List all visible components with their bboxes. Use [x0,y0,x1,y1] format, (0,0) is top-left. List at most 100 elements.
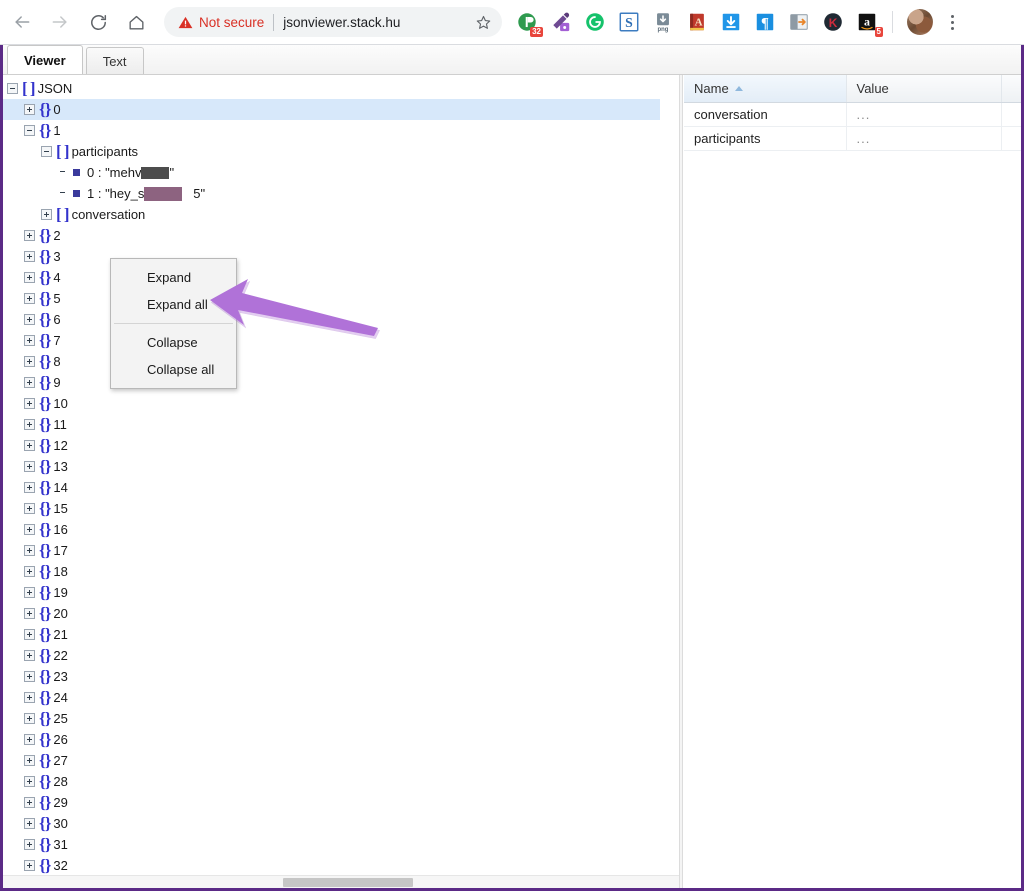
tree-expand-icon[interactable] [24,587,35,598]
tree-node[interactable]: 1 : "hey_s 5" [3,183,660,204]
tree-node[interactable]: {} 27 [3,750,660,771]
tree-node[interactable]: {} 8 [3,351,660,372]
tree-node[interactable]: {} 24 [3,687,660,708]
tree-node[interactable]: [ ] participants [3,141,660,162]
tree-collapse-icon[interactable] [7,83,18,94]
security-indicator[interactable]: Not secure [178,15,264,30]
tree-expand-icon[interactable] [24,566,35,577]
menu-item-expand-all[interactable]: Expand all [111,291,236,318]
kaspersky-extension-icon[interactable]: K [819,8,847,36]
tree-node[interactable]: {} 14 [3,477,660,498]
tab-viewer[interactable]: Viewer [7,45,83,74]
menu-item-expand[interactable]: Expand [111,264,236,291]
tree-node[interactable]: {} 17 [3,540,660,561]
table-row[interactable]: participants... [684,126,1021,151]
tree-node[interactable]: {} 13 [3,456,660,477]
tree-expand-icon[interactable] [24,692,35,703]
pilot-translate-extension-icon[interactable]: ¶ [751,8,779,36]
forward-button[interactable] [44,6,76,38]
tree-node[interactable]: {} 28 [3,771,660,792]
tree-node[interactable]: {} 0 [3,99,660,120]
tree-node[interactable]: {} 25 [3,708,660,729]
tree-context-menu[interactable]: Expand Expand all Collapse Collapse all [110,258,237,389]
tree-node[interactable]: {} 16 [3,519,660,540]
column-header-name[interactable]: Name [684,75,847,103]
tree-expand-icon[interactable] [24,461,35,472]
tree-node[interactable]: {} 2 [3,225,660,246]
tree-horizontal-scrollbar[interactable] [3,875,679,888]
tree-expand-icon[interactable] [41,209,52,220]
tree-expand-icon[interactable] [24,293,35,304]
tree-expand-icon[interactable] [24,419,35,430]
tree-expand-icon[interactable] [24,776,35,787]
kebab-menu-icon[interactable] [939,7,965,37]
tree-expand-icon[interactable] [24,839,35,850]
url-text[interactable]: jsonviewer.stack.hu [283,15,475,30]
tree-collapse-icon[interactable] [41,146,52,157]
png-download-extension-icon[interactable]: png [649,8,677,36]
tree-expand-icon[interactable] [24,503,35,514]
tree-expand-icon[interactable] [24,440,35,451]
tree-expand-icon[interactable] [24,377,35,388]
tree-expand-icon[interactable] [24,671,35,682]
tree-expand-icon[interactable] [24,629,35,640]
tree-expand-icon[interactable] [24,335,35,346]
menu-item-collapse[interactable]: Collapse [111,329,236,356]
tree-node[interactable]: {} 12 [3,435,660,456]
tree-node[interactable]: {} 6 [3,309,660,330]
tab-text[interactable]: Text [85,47,144,74]
tree-expand-icon[interactable] [24,734,35,745]
tree-node[interactable]: {} 15 [3,498,660,519]
tree-collapse-icon[interactable] [24,125,35,136]
home-button[interactable] [120,6,152,38]
tree-expand-icon[interactable] [24,818,35,829]
tree-horizontal-scroll-thumb[interactable] [283,878,413,887]
menu-item-collapse-all[interactable]: Collapse all [111,356,236,383]
tree-expand-icon[interactable] [24,608,35,619]
tree-expand-icon[interactable] [24,104,35,115]
tree-expand-icon[interactable] [24,545,35,556]
dictionary-extension-icon[interactable]: A [683,8,711,36]
tree-node[interactable]: {} 5 [3,288,660,309]
tree-node[interactable]: 0 : "mehv " [3,162,660,183]
address-bar[interactable]: Not secure jsonviewer.stack.hu [164,7,502,37]
scribd-extension-icon[interactable]: S [615,8,643,36]
tree-node[interactable]: {} 31 [3,834,660,855]
reload-button[interactable] [82,6,114,38]
tree-node[interactable]: {} 20 [3,603,660,624]
tree-root-node[interactable]: [ ] JSON [3,78,660,99]
tree-node[interactable]: {} 26 [3,729,660,750]
tree-expand-icon[interactable] [24,356,35,367]
tree-node[interactable]: {} 11 [3,414,660,435]
colorpicker-extension-icon[interactable] [547,8,575,36]
table-row[interactable]: conversation... [684,102,1021,127]
tree-expand-icon[interactable] [24,272,35,283]
tree-node[interactable]: {} 9 [3,372,660,393]
video-downloader-extension-icon[interactable] [717,8,745,36]
tree-node[interactable]: {} 19 [3,582,660,603]
tree-expand-icon[interactable] [24,860,35,871]
profile-avatar[interactable] [907,9,933,35]
tree-expand-icon[interactable] [24,251,35,262]
tree-expand-icon[interactable] [24,524,35,535]
tree-node[interactable]: {} 29 [3,792,660,813]
tree-expand-icon[interactable] [24,650,35,661]
tree-node[interactable]: {} 22 [3,645,660,666]
session-export-extension-icon[interactable] [785,8,813,36]
tree-expand-icon[interactable] [24,314,35,325]
tree-expand-icon[interactable] [24,482,35,493]
adblock-extension-icon[interactable]: 32 [513,8,543,37]
back-button[interactable] [6,6,38,38]
tree-node[interactable]: [ ] conversation [3,204,660,225]
tree-node[interactable]: {} 7 [3,330,660,351]
amazon-assistant-extension-icon[interactable]: a 5 [853,8,883,37]
column-header-value[interactable]: Value [846,75,1002,103]
tree-node[interactable]: {} 1 [3,120,660,141]
tree-expand-icon[interactable] [24,398,35,409]
tree-expand-icon[interactable] [24,755,35,766]
grammarly-extension-icon[interactable] [581,8,609,36]
tree-node[interactable]: {} 4 [3,267,660,288]
tree-node[interactable]: {} 18 [3,561,660,582]
tree-node[interactable]: {} 30 [3,813,660,834]
star-icon[interactable] [475,14,492,31]
